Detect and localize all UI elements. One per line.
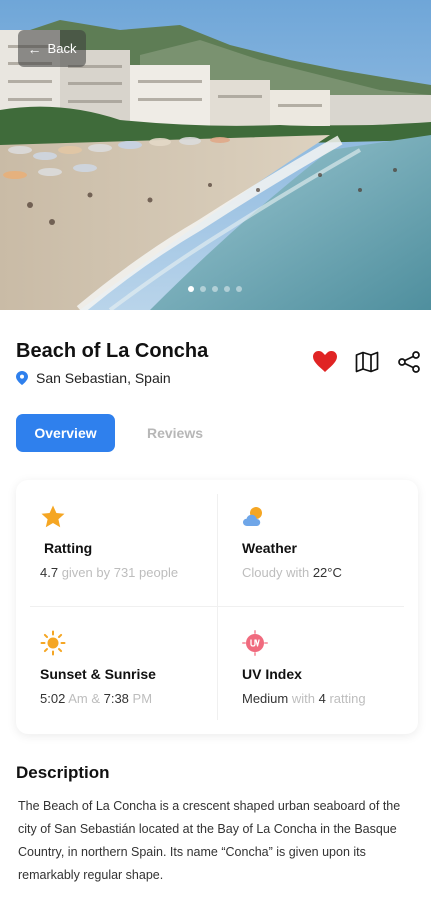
rating-score: 4.7 [40, 565, 59, 580]
favorite-button[interactable] [311, 348, 339, 376]
description-text: The Beach of La Concha is a crescent sha… [18, 799, 401, 882]
rating-cell: Ratting 4.7 given by 731 people [40, 504, 230, 580]
info-card: Ratting 4.7 given by 731 people Weather … [16, 480, 418, 734]
back-label: Back [47, 41, 77, 56]
location-text: San Sebastian, Spain [36, 370, 171, 386]
carousel-dot[interactable] [200, 286, 206, 292]
description-title: Description [16, 763, 110, 782]
sun-icon [40, 630, 66, 656]
carousel-indicator [188, 286, 242, 292]
uv-cell: UV Index Medium with 4 ratting [242, 630, 431, 706]
arrow-left-icon: ← [27, 40, 42, 57]
tab-reviews[interactable]: Reviews [125, 414, 225, 452]
place-title: Beach of La Concha [16, 340, 209, 362]
map-icon [355, 351, 379, 373]
share-button[interactable] [395, 348, 423, 376]
sun-label: Sunset & Sunrise [40, 666, 156, 682]
uv-suffix: ratting [325, 691, 366, 706]
cloudy-weather-icon [243, 507, 262, 526]
star-icon [41, 505, 65, 528]
uv-index-icon [242, 630, 268, 656]
heart-icon [313, 351, 337, 372]
map-button[interactable] [353, 348, 381, 376]
rating-value: 4.7 given by 731 people [40, 565, 230, 580]
uv-label: UV Index [242, 666, 302, 682]
uv-rating: 4 [318, 691, 326, 706]
weather-temperature: 22°C [312, 565, 342, 580]
sunrise-time: 5:02 [40, 691, 66, 706]
rating-given-by: given by 731 people [58, 565, 179, 580]
rating-label: Ratting [44, 540, 93, 556]
sun-cell: Sunset & Sunrise 5:02 Am & 7:38 PM [40, 630, 230, 706]
location-row: San Sebastian, Spain [16, 370, 171, 386]
tab-overview[interactable]: Overview [16, 414, 115, 452]
uv-level: Medium [242, 691, 289, 706]
carousel-dot[interactable] [188, 286, 194, 292]
sunrise-ampm: Am & [65, 691, 104, 706]
uv-with: with [288, 691, 319, 706]
divider [30, 606, 404, 607]
carousel-dot[interactable] [236, 286, 242, 292]
weather-label: Weather [242, 540, 297, 556]
weather-value: Cloudy with 22°C [242, 565, 431, 580]
hero-image: ← Back [0, 0, 431, 310]
uv-value: Medium with 4 ratting [242, 691, 431, 706]
share-icon [398, 351, 420, 373]
sunset-time: 7:38 [103, 691, 129, 706]
carousel-dot[interactable] [224, 286, 230, 292]
location-pin-icon [16, 371, 28, 385]
sunset-ampm: PM [128, 691, 153, 706]
carousel-dot[interactable] [212, 286, 218, 292]
back-button[interactable]: ← Back [18, 30, 86, 67]
action-bar [311, 348, 423, 376]
weather-cell: Weather Cloudy with 22°C [242, 504, 431, 580]
weather-condition: Cloudy with [242, 565, 313, 580]
sun-value: 5:02 Am & 7:38 PM [40, 691, 230, 706]
